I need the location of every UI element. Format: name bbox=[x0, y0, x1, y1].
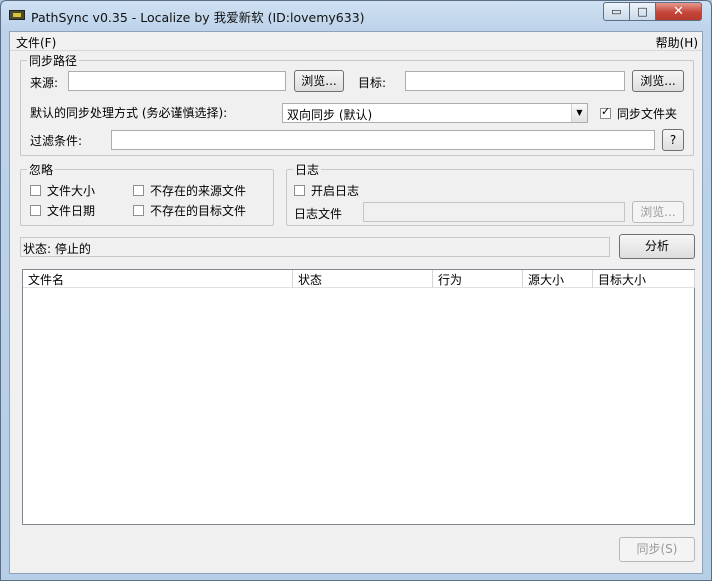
client-area: 文件(F) 帮助(H) 同步路径 来源: 浏览... 目标: 浏览... 默认的… bbox=[9, 31, 703, 574]
menu-help[interactable]: 帮助(H) bbox=[656, 34, 698, 51]
ignore-file-date-checkbox[interactable]: 文件日期 bbox=[30, 202, 95, 219]
ignore-file-date-box[interactable] bbox=[30, 205, 41, 216]
column-header-status[interactable]: 状态 bbox=[293, 270, 433, 288]
sync-button[interactable]: 同步(S) bbox=[619, 537, 695, 562]
filter-input[interactable] bbox=[111, 130, 655, 150]
menu-bar: 文件(F) 帮助(H) bbox=[10, 32, 702, 51]
log-title: 日志 bbox=[293, 161, 322, 178]
log-file-label: 日志文件 bbox=[294, 207, 343, 221]
target-input[interactable] bbox=[405, 71, 625, 91]
ignore-missing-target-box[interactable] bbox=[133, 205, 144, 216]
column-header-source-size[interactable]: 源大小 bbox=[523, 270, 593, 288]
ignore-file-size-checkbox[interactable]: 文件大小 bbox=[30, 182, 95, 199]
sync-folders-checkbox[interactable]: 同步文件夹 bbox=[600, 105, 700, 122]
ignore-missing-source-label: 不存在的来源文件 bbox=[150, 184, 247, 198]
browse-log-button[interactable]: 浏览... bbox=[632, 201, 684, 223]
column-header-target-size[interactable]: 目标大小 bbox=[593, 270, 695, 288]
file-list[interactable]: 文件名 状态 行为 源大小 目标大小 bbox=[22, 269, 695, 525]
title-bar[interactable]: PathSync v0.35 - Localize by 我爱新软 (ID:lo… bbox=[1, 1, 711, 29]
chevron-down-icon[interactable]: ▼ bbox=[571, 104, 587, 122]
log-file-input[interactable] bbox=[363, 202, 625, 222]
sync-paths-title: 同步路径 bbox=[27, 52, 80, 69]
enable-log-checkbox[interactable]: 开启日志 bbox=[294, 182, 359, 199]
ignore-title: 忽略 bbox=[27, 161, 56, 178]
ignore-file-size-label: 文件大小 bbox=[47, 184, 96, 198]
column-header-action[interactable]: 行为 bbox=[433, 270, 523, 288]
sync-folders-label: 同步文件夹 bbox=[617, 107, 678, 121]
ignore-missing-source-box[interactable] bbox=[133, 185, 144, 196]
ignore-missing-target-label: 不存在的目标文件 bbox=[150, 204, 247, 218]
enable-log-label: 开启日志 bbox=[311, 184, 360, 198]
filter-help-button[interactable]: ? bbox=[662, 129, 684, 151]
menu-file[interactable]: 文件(F) bbox=[16, 34, 56, 51]
source-input[interactable] bbox=[68, 71, 286, 91]
status-text: 状态: 停止的 bbox=[20, 237, 610, 257]
browse-source-button[interactable]: 浏览... bbox=[294, 70, 344, 92]
app-window: PathSync v0.35 - Localize by 我爱新软 (ID:lo… bbox=[0, 0, 712, 581]
ignore-missing-source-checkbox[interactable]: 不存在的来源文件 bbox=[133, 182, 246, 199]
ignore-file-size-box[interactable] bbox=[30, 185, 41, 196]
sync-mode-value: 双向同步 (默认) bbox=[287, 108, 373, 122]
window-title: PathSync v0.35 - Localize by 我爱新软 (ID:lo… bbox=[31, 10, 365, 25]
minimize-button[interactable]: ▭ bbox=[603, 2, 630, 21]
browse-target-button[interactable]: 浏览... bbox=[632, 70, 684, 92]
ignore-missing-target-checkbox[interactable]: 不存在的目标文件 bbox=[133, 202, 246, 219]
source-label: 来源: bbox=[30, 76, 59, 90]
filter-label: 过滤条件: bbox=[30, 134, 83, 148]
file-list-header: 文件名 状态 行为 源大小 目标大小 bbox=[23, 270, 695, 288]
enable-log-box[interactable] bbox=[294, 185, 305, 196]
column-header-filename[interactable]: 文件名 bbox=[23, 270, 293, 288]
app-icon bbox=[9, 10, 25, 20]
sync-mode-select[interactable]: 双向同步 (默认) ▼ bbox=[282, 103, 588, 123]
analyze-button[interactable]: 分析 bbox=[619, 234, 695, 259]
target-label: 目标: bbox=[358, 76, 387, 90]
default-mode-label: 默认的同步处理方式 (务必谨慎选择): bbox=[30, 106, 228, 120]
close-button[interactable]: ✕ bbox=[656, 2, 702, 21]
maximize-button[interactable]: □ bbox=[630, 2, 656, 21]
sync-folders-box[interactable] bbox=[600, 105, 611, 119]
ignore-file-date-label: 文件日期 bbox=[47, 204, 96, 218]
